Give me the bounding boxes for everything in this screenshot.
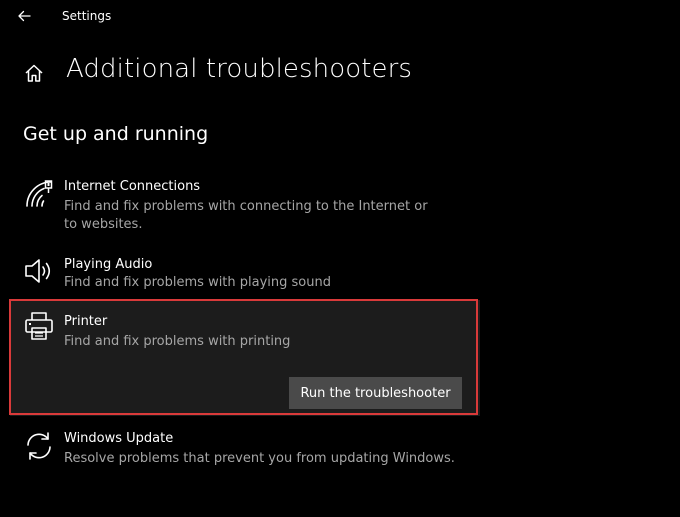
- title-bar: Settings: [0, 0, 680, 32]
- troubleshooter-title: Printer: [64, 314, 108, 329]
- back-button[interactable]: [12, 5, 36, 27]
- refresh-icon: [22, 430, 56, 464]
- app-title: Settings: [62, 9, 112, 23]
- home-icon: [25, 64, 43, 82]
- troubleshooter-description: Find and fix problems with playing sound: [64, 275, 331, 290]
- home-button[interactable]: [21, 60, 47, 86]
- speaker-icon: [22, 256, 56, 290]
- troubleshooter-title: Windows Update: [64, 431, 174, 446]
- troubleshooter-printer[interactable]: Printer Find and fix problems with print…: [10, 300, 480, 416]
- section-heading: Get up and running: [23, 123, 209, 145]
- troubleshooter-description: Resolve problems that prevent you from u…: [64, 451, 455, 466]
- troubleshooter-windows-update[interactable]: Windows Update Resolve problems that pre…: [12, 428, 480, 472]
- wifi-icon: [22, 178, 56, 212]
- troubleshooter-description: Find and fix problems with printing: [64, 334, 291, 349]
- troubleshooter-internet-connections[interactable]: Internet Connections Find and fix proble…: [12, 176, 480, 238]
- printer-icon: [22, 310, 56, 344]
- troubleshooter-title: Internet Connections: [64, 179, 201, 194]
- troubleshooter-title: Playing Audio: [64, 257, 153, 272]
- troubleshooter-playing-audio[interactable]: Playing Audio Find and fix problems with…: [12, 254, 480, 294]
- run-troubleshooter-button[interactable]: Run the troubleshooter: [289, 377, 462, 409]
- back-arrow-icon: [18, 10, 31, 22]
- troubleshooter-description: Find and fix problems with connecting to…: [64, 199, 428, 232]
- page-title: Additional troubleshooters: [66, 54, 413, 84]
